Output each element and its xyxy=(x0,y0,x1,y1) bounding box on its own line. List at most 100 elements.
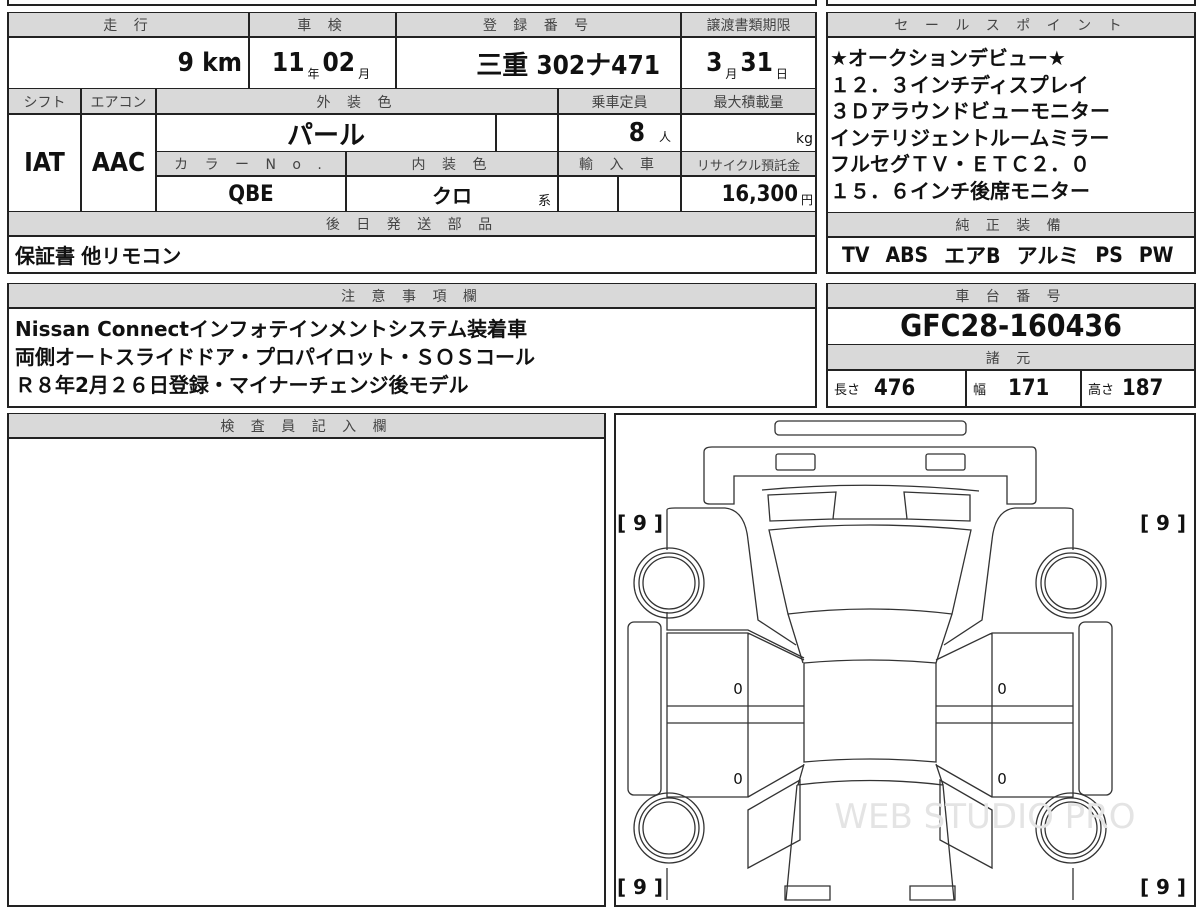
interior-suffix: 系 xyxy=(537,194,551,209)
inspection-month: 02 xyxy=(322,48,356,78)
sales-point-line: １５．６インチ後席モニター xyxy=(830,178,1090,203)
import-header: 輸 入 車 xyxy=(557,151,682,177)
shift-value: IAT xyxy=(7,113,82,213)
month-unit: 月 xyxy=(358,67,371,81)
mileage-value: 9 xyxy=(177,48,194,78)
color-no-header: カ ラ ー N o . xyxy=(155,151,347,177)
capacity-cell: 8人 xyxy=(557,113,682,153)
tire-mark-rear-right: [ 9 ] xyxy=(1140,875,1186,899)
registration-header: 登 録 番 号 xyxy=(395,12,682,38)
max-load-cell: kg xyxy=(680,113,817,153)
color-no-value: QBE xyxy=(155,175,347,213)
later-parts-value: 保証書 他リモコン xyxy=(7,235,817,274)
length-cell: 長さ 476 xyxy=(826,369,967,408)
inspection-cell: 11 年 02 月 xyxy=(248,36,397,90)
right-sill-shape xyxy=(1078,621,1113,796)
recycle-fee-value: 16,300 xyxy=(721,181,798,207)
mileage-header: 走 行 xyxy=(7,12,250,38)
sales-point-line: フルセグＴＶ・ＥＴＣ２．０ xyxy=(830,152,1090,176)
import-cell-1 xyxy=(557,175,619,213)
equipment-item: PW xyxy=(1138,243,1174,267)
height-label: 高さ xyxy=(1088,383,1115,398)
tire-mark-rear-left: [ 9 ] xyxy=(617,875,663,899)
inspector-header: 検 査 員 記 入 欄 xyxy=(7,413,606,439)
registration-value: 三重 302ナ471 xyxy=(395,36,682,90)
chassis-header: 車 台 番 号 xyxy=(826,283,1196,309)
inspection-year: 11 xyxy=(271,48,305,78)
height-cell: 高さ 187 xyxy=(1080,369,1196,408)
rear-bumper-shape xyxy=(774,420,967,436)
sales-point-line: １２．３インチディスプレイ xyxy=(830,72,1089,97)
equipment-item: エアB xyxy=(944,244,1001,268)
later-parts-header: 後 日 発 送 部 品 xyxy=(7,211,817,237)
mileage-cell: 9 km xyxy=(7,36,250,90)
width-cell: 幅 171 xyxy=(965,369,1082,408)
car-outline-icon: [ 9 ] [ 9 ] [ 9 ] [ 9 ] 0 0 0 0 WEB STUD… xyxy=(617,420,1186,901)
capacity-unit: 人 xyxy=(658,130,671,144)
width-value: 171 xyxy=(1008,376,1050,401)
vehicle-damage-diagram: [ 9 ] [ 9 ] [ 9 ] [ 9 ] 0 0 0 0 WEB STUD… xyxy=(614,413,1196,907)
windshield-shape xyxy=(768,524,972,615)
ac-value: AAC xyxy=(80,113,157,213)
inspection-header: 車 検 xyxy=(248,12,397,38)
notes-line: Nissan Connectインフォテインメントシステム装着車 xyxy=(15,317,528,341)
capacity-header: 乗車定員 xyxy=(557,88,682,115)
door-mark: 0 xyxy=(997,680,1007,698)
notes-content: Nissan Connectインフォテインメントシステム装着車 両側オートスライ… xyxy=(7,307,817,408)
door-mark: 0 xyxy=(997,770,1007,788)
watermark: WEB STUDIO PRO xyxy=(834,797,1135,837)
interior-color-value: クロ xyxy=(432,183,472,208)
equipment-header: 純 正 装 備 xyxy=(826,212,1196,238)
day-unit: 日 xyxy=(775,67,788,81)
sales-point-line: インテリジェントルームミラー xyxy=(830,125,1110,150)
height-value: 187 xyxy=(1122,376,1164,401)
recycle-fee-header: リサイクル預託金 xyxy=(680,151,817,177)
notes-header: 注 意 事 項 欄 xyxy=(7,283,817,309)
interior-color-header: 内 装 色 xyxy=(345,151,559,177)
sales-point-line: ★オークションデビュー★ xyxy=(830,46,1066,70)
exterior-color-value: パール xyxy=(155,113,497,153)
bumper-shape xyxy=(703,446,1037,505)
notes-line: Ｒ８年2月２６日登録・マイナーチェンジ後モデル xyxy=(15,373,469,397)
sales-points-content: ★オークションデビュー★ １２．３インチディスプレイ ３Ｄアラウンドビューモニタ… xyxy=(826,36,1196,214)
top-strip-right xyxy=(826,0,1196,6)
equipment-item: PS xyxy=(1095,243,1123,267)
width-label: 幅 xyxy=(973,383,987,398)
equipment-item: ABS xyxy=(885,243,929,267)
mileage-unit: km xyxy=(202,48,242,78)
specs-header: 諸 元 xyxy=(826,344,1196,371)
notes-line: 両側オートスライドドア・プロパイロット・ＳＯＳコール xyxy=(15,345,535,369)
sales-point-line: ３Ｄアラウンドビューモニター xyxy=(830,99,1110,123)
exterior-extra-cell xyxy=(495,113,559,153)
recycle-fee-cell: 16,300 円 xyxy=(680,175,817,213)
tire-mark-front-right: [ 9 ] xyxy=(1140,511,1186,535)
left-sill-shape xyxy=(627,621,662,796)
transfer-day: 31 xyxy=(740,48,773,78)
sales-points-header: セ ー ル ス ポ イ ン ト xyxy=(826,12,1196,38)
length-label: 長さ xyxy=(834,383,861,398)
inspector-notes-area xyxy=(7,437,606,907)
equipment-item: アルミ xyxy=(1016,244,1080,268)
interior-color-cell: クロ 系 xyxy=(345,175,559,213)
month-unit: 月 xyxy=(725,67,738,81)
length-value: 476 xyxy=(874,376,916,401)
transfer-deadline-cell: 3 月 31 日 xyxy=(680,36,817,90)
transfer-month: 3 xyxy=(706,48,723,78)
capacity-value: 8 xyxy=(628,118,645,148)
chassis-number: GFC28-160436 xyxy=(826,307,1196,346)
yen-unit: 円 xyxy=(800,193,813,207)
transfer-deadline-header: 譲渡書類期限 xyxy=(680,12,817,38)
year-unit: 年 xyxy=(307,67,320,81)
max-load-header: 最大積載量 xyxy=(680,88,817,115)
equipment-item: TV xyxy=(842,243,870,267)
ac-header: エアコン xyxy=(80,88,157,115)
roof-shape xyxy=(803,659,937,763)
tire-mark-front-left: [ 9 ] xyxy=(617,511,663,535)
door-mark: 0 xyxy=(733,770,743,788)
shift-header: シフト xyxy=(7,88,82,115)
top-strip xyxy=(7,0,817,6)
import-cell-2 xyxy=(617,175,682,213)
door-mark: 0 xyxy=(733,680,743,698)
equipment-list: TV ABS エアB アルミ PS PW xyxy=(826,236,1196,274)
exterior-color-header: 外 装 色 xyxy=(155,88,559,115)
